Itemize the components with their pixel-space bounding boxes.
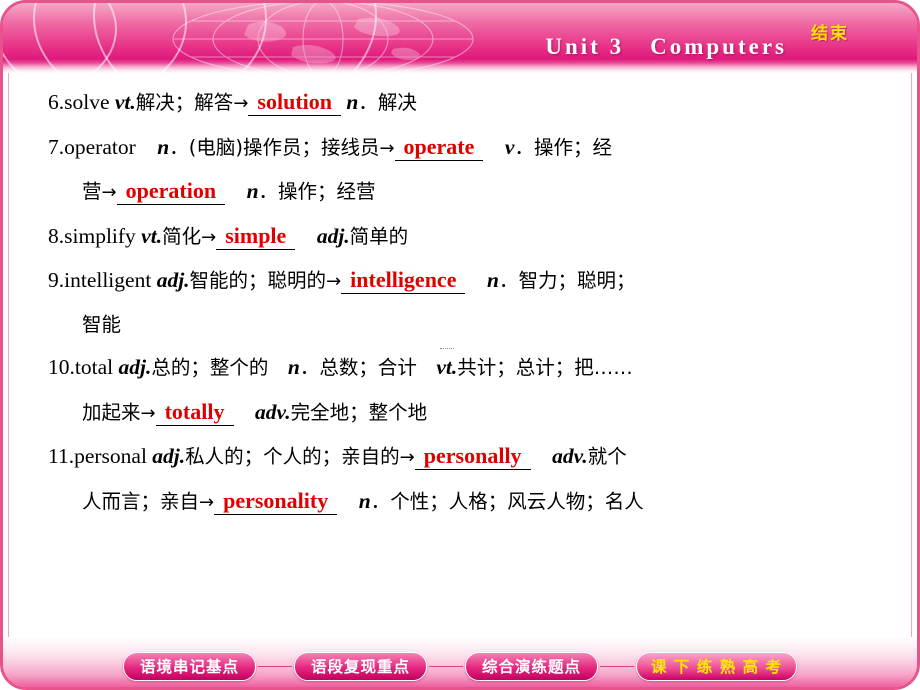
item-meaning: 完全地；整个地: [290, 400, 428, 424]
item-pos: n: [157, 134, 170, 159]
item-pos: n: [337, 488, 371, 513]
answer-blank[interactable]: operate: [394, 133, 484, 161]
item-pos: vt.: [114, 90, 136, 114]
arrow-icon: →: [399, 447, 415, 469]
item-text: 10.total: [48, 355, 119, 380]
list-item: 6.solve vt.解决；解答→ solution n．解决: [48, 86, 878, 118]
item-meaning: 营: [82, 180, 102, 204]
answer-blank[interactable]: operation: [116, 178, 226, 206]
item-meaning: ．操作；经营: [258, 180, 376, 204]
item-pos: vt.: [436, 355, 458, 380]
page-title: Unit 3 Computers: [545, 34, 787, 59]
answer-blank[interactable]: personally: [414, 443, 531, 471]
item-meaning: 解决；解答: [135, 91, 234, 114]
item-meaning: ．(电脑)操作员；接线员: [169, 135, 380, 159]
item-pos: adj.: [152, 444, 186, 469]
globe-icon: [172, 3, 474, 73]
footer-separator: [429, 665, 464, 667]
item-text: 9.intelligent: [48, 268, 157, 293]
item-text: 6.solve: [48, 90, 115, 114]
list-item-continuation: 营→ operation n．操作；经营: [48, 175, 878, 207]
footer-separator: [600, 665, 635, 667]
item-pos: adv.: [233, 399, 291, 424]
item-meaning: 私人的；个人的；亲自的: [185, 445, 400, 469]
item-pos: n: [465, 268, 499, 293]
arrow-icon: →: [199, 491, 215, 513]
header-band: Unit 3 Computers 结束: [3, 3, 917, 73]
list-item: 11.personal adj.私人的；个人的；亲自的→ personally a…: [48, 440, 878, 472]
footer-tab-3[interactable]: 综合演练题点: [465, 651, 599, 681]
item-pos: n: [225, 179, 259, 204]
footer-tab-2[interactable]: 语段复现重点: [294, 651, 428, 681]
item-meaning: 加起来: [82, 400, 141, 424]
list-item-continuation: 加起来→ totally adv.完全地；整个地: [48, 396, 878, 428]
footer-tab-4[interactable]: 课 下 练 熟 高 考: [636, 651, 798, 681]
item-pos: adj.: [118, 355, 152, 380]
item-meaning: 就个: [587, 445, 627, 469]
item-pos: n: [341, 90, 359, 114]
answer-blank[interactable]: intelligence: [341, 267, 466, 295]
answer-blank[interactable]: personality: [214, 487, 338, 515]
item-meaning: 人而言；亲自: [82, 489, 200, 513]
answer-blank[interactable]: solution: [248, 89, 341, 116]
item-meaning: 智能: [82, 312, 122, 336]
item-pos: n: [287, 355, 300, 380]
list-item-continuation: 人而言；亲自→ personality n．个性；人格；风云人物；名人: [48, 485, 878, 517]
item-meaning: ．操作；经: [514, 135, 612, 159]
arrow-icon: →: [140, 402, 156, 424]
list-item: 10.total adj.总的；整个的 n．总数；合计 vt.共计；总计；把……: [48, 352, 878, 383]
arrow-icon: →: [326, 271, 342, 293]
item-pos: adv.: [530, 444, 588, 469]
footer-bar: 语境串记基点 语段复现重点 综合演练题点 课 下 练 熟 高 考: [3, 637, 917, 687]
item-meaning: ．解决: [358, 91, 417, 114]
item-pos: vt.: [141, 223, 163, 248]
item-meaning: 智能的；聪明的: [189, 269, 327, 293]
item-meaning: ．个性；人格；风云人物；名人: [370, 489, 644, 513]
answer-blank[interactable]: totally: [155, 398, 234, 426]
dotted-marker: [440, 348, 454, 349]
list-item: 7.operator n．(电脑)操作员；接线员→ operate v．操作；经: [48, 131, 878, 163]
list-item: 9.intelligent adj.智能的；聪明的→ intelligence n…: [48, 264, 878, 296]
item-pos: v: [483, 134, 515, 159]
list-item-continuation: 智能: [48, 309, 878, 340]
vocabulary-list: 6.solve vt.解决；解答→ solution n．解决 7.operato…: [48, 86, 878, 626]
answer-blank[interactable]: simple: [216, 222, 296, 250]
item-pos: adj.: [156, 268, 190, 293]
slide: Unit 3 Computers 结束 6.solve vt.解决；解答→ sol…: [0, 0, 920, 690]
item-text: 7.operator: [48, 134, 158, 159]
item-text: 8.simplify: [48, 223, 142, 248]
footer-separator: [258, 665, 292, 667]
arrow-icon: →: [201, 226, 217, 248]
item-meaning: ．智力；聪明；: [498, 269, 636, 293]
item-meaning: 总的；整个的: [151, 356, 288, 380]
list-item: 8.simplify vt.简化→ simple adj.简单的: [48, 220, 878, 252]
item-meaning: 简化: [162, 224, 202, 248]
arrow-icon: →: [101, 182, 117, 204]
item-pos: adj.: [295, 223, 350, 248]
arrow-icon: →: [379, 137, 395, 159]
item-meaning: 简单的: [349, 224, 409, 248]
arrow-icon: →: [233, 93, 249, 114]
item-meaning: 共计；总计；把……: [457, 356, 633, 380]
end-button[interactable]: 结束: [807, 23, 853, 45]
footer-tab-1[interactable]: 语境串记基点: [122, 651, 256, 681]
item-text: 11.personal: [48, 444, 153, 469]
item-meaning: ．总数；合计: [299, 356, 437, 380]
